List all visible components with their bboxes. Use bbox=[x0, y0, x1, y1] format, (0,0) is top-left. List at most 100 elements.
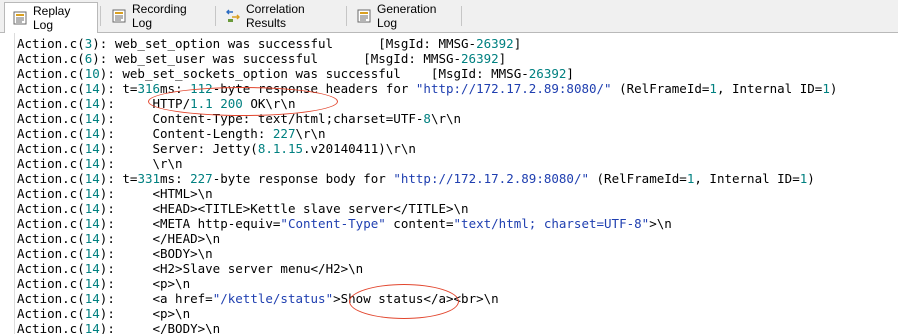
log-text: Action.c( bbox=[17, 201, 85, 216]
log-text: Action.c( bbox=[17, 96, 85, 111]
tab-divider bbox=[346, 6, 347, 26]
log-text: ): t= bbox=[99, 81, 138, 96]
log-text: ): <HEAD><TITLE>Kettle slave server</TIT… bbox=[99, 201, 469, 216]
log-text: ): web_set_user was successful [MsgId: M… bbox=[92, 51, 462, 66]
log-number: 14 bbox=[84, 321, 100, 334]
log-line: Action.c(10): web_set_sockets_option was… bbox=[17, 66, 898, 81]
log-text: Action.c( bbox=[17, 126, 85, 141]
log-text: ): </BODY>\n bbox=[99, 321, 221, 334]
log-text: (RelFrameId= bbox=[589, 171, 687, 186]
log-text: Action.c( bbox=[17, 66, 85, 81]
log-number: 14 bbox=[84, 306, 100, 321]
log-number: 8 bbox=[423, 111, 431, 126]
log-gutter bbox=[0, 33, 15, 334]
log-line: Action.c(14): <p>\n bbox=[17, 306, 898, 321]
tab-label: Recording Log bbox=[132, 2, 187, 30]
log-text: ): \r\n bbox=[99, 156, 183, 171]
log-text: Action.c( bbox=[17, 276, 85, 291]
log-number: 14 bbox=[84, 201, 100, 216]
log-text-area[interactable]: Action.c(3): web_set_option was successf… bbox=[17, 36, 898, 334]
tab-label: Replay Log bbox=[33, 4, 71, 32]
log-number: 14 bbox=[84, 141, 100, 156]
log-text: ) bbox=[807, 171, 815, 186]
log-line: Action.c(14): </HEAD>\n bbox=[17, 231, 898, 246]
tab-divider bbox=[100, 6, 101, 26]
log-text: ): Content-Type: text/html;charset=UTF- bbox=[99, 111, 424, 126]
log-line: Action.c(14): <a href="/kettle/status">S… bbox=[17, 291, 898, 306]
replay-log-icon bbox=[13, 11, 27, 25]
log-text: ): HTTP/ bbox=[99, 96, 191, 111]
log-text: Action.c( bbox=[17, 51, 85, 66]
log-text: ] bbox=[513, 36, 522, 51]
log-text: , Internal ID= bbox=[716, 81, 823, 96]
log-number: 316 bbox=[137, 81, 161, 96]
tab-label: Correlation Results bbox=[246, 2, 305, 30]
log-line: Action.c(14): <BODY>\n bbox=[17, 246, 898, 261]
log-number: 14 bbox=[84, 216, 100, 231]
log-number: 1 bbox=[822, 81, 830, 96]
log-number: 14 bbox=[84, 276, 100, 291]
log-text: ): <HTML>\n bbox=[99, 186, 213, 201]
log-number: 14 bbox=[84, 126, 100, 141]
log-text: Action.c( bbox=[17, 81, 85, 96]
log-text: -byte response body for bbox=[212, 171, 394, 186]
log-number: 14 bbox=[84, 96, 100, 111]
log-line: Action.c(14): <META http-equiv="Content-… bbox=[17, 216, 898, 231]
log-line: Action.c(14): Content-Length: 227\r\n bbox=[17, 126, 898, 141]
log-text: ms: bbox=[160, 81, 191, 96]
log-number: 8.1.15 bbox=[257, 141, 303, 156]
log-line: Action.c(14): <p>\n bbox=[17, 276, 898, 291]
log-string: "/kettle/status" bbox=[212, 291, 334, 306]
log-line: Action.c(14): <H2>Slave server menu</H2>… bbox=[17, 261, 898, 276]
tab-correlation-results[interactable]: Correlation Results bbox=[218, 2, 344, 30]
log-line: Action.c(14): Server: Jetty(8.1.15.v2014… bbox=[17, 141, 898, 156]
log-text: Action.c( bbox=[17, 321, 85, 334]
replay-log-panel[interactable]: Action.c(3): web_set_option was successf… bbox=[0, 33, 898, 334]
tab-recording-log[interactable]: Recording Log bbox=[104, 2, 212, 30]
log-number: 14 bbox=[84, 111, 100, 126]
log-text: ): web_set_sockets_option was successful… bbox=[99, 66, 529, 81]
log-text: -byte response headers for bbox=[212, 81, 416, 96]
log-text: ): <BODY>\n bbox=[99, 246, 213, 261]
log-string: "http://172.17.2.89:8080/" bbox=[393, 171, 589, 186]
log-string: "http://172.17.2.89:8080/" bbox=[415, 81, 612, 96]
log-text: >Show status</a><br>\n bbox=[333, 291, 499, 306]
log-line: Action.c(6): web_set_user was successful… bbox=[17, 51, 898, 66]
log-text: OK\r\n bbox=[242, 96, 296, 111]
log-text: ): <H2>Slave server menu</H2>\n bbox=[99, 261, 364, 276]
log-number: 26392 bbox=[528, 66, 567, 81]
log-number: 112 bbox=[190, 81, 213, 96]
tab-replay-log[interactable]: Replay Log bbox=[4, 2, 98, 33]
log-text: , Internal ID= bbox=[694, 171, 800, 186]
log-string: "Content-Type" bbox=[280, 216, 386, 231]
tab-generation-log[interactable]: Generation Log bbox=[349, 2, 459, 30]
log-text: ): <a href= bbox=[99, 291, 213, 306]
log-text: \r\n bbox=[430, 111, 462, 126]
log-text: ): Content-Length: bbox=[99, 126, 273, 141]
log-text: ] bbox=[498, 51, 507, 66]
log-number: 1 bbox=[709, 81, 717, 96]
log-text: ): web_set_option was successful [MsgId:… bbox=[92, 36, 477, 51]
log-number: 26392 bbox=[476, 36, 514, 51]
log-line: Action.c(14): Content-Type: text/html;ch… bbox=[17, 111, 898, 126]
log-text: Action.c( bbox=[17, 231, 85, 246]
log-text: ) bbox=[829, 81, 838, 96]
log-text: Action.c( bbox=[17, 141, 85, 156]
log-number: 10 bbox=[84, 66, 100, 81]
log-line: Action.c(14): <HTML>\n bbox=[17, 186, 898, 201]
log-text: Action.c( bbox=[17, 171, 85, 186]
log-text: ): t= bbox=[99, 171, 138, 186]
log-number: 331 bbox=[137, 171, 161, 186]
log-line: Action.c(14): </BODY>\n bbox=[17, 321, 898, 334]
log-number: 14 bbox=[84, 171, 100, 186]
log-text: content= bbox=[385, 216, 454, 231]
log-text: Action.c( bbox=[17, 246, 85, 261]
log-text: \r\n bbox=[295, 126, 326, 141]
correlation-results-icon bbox=[226, 9, 240, 23]
log-number: 14 bbox=[84, 186, 100, 201]
log-number: 1.1 bbox=[190, 96, 213, 111]
log-text: Action.c( bbox=[17, 306, 85, 321]
log-text: (RelFrameId= bbox=[611, 81, 710, 96]
log-number: 26392 bbox=[461, 51, 499, 66]
log-number: 14 bbox=[84, 291, 100, 306]
